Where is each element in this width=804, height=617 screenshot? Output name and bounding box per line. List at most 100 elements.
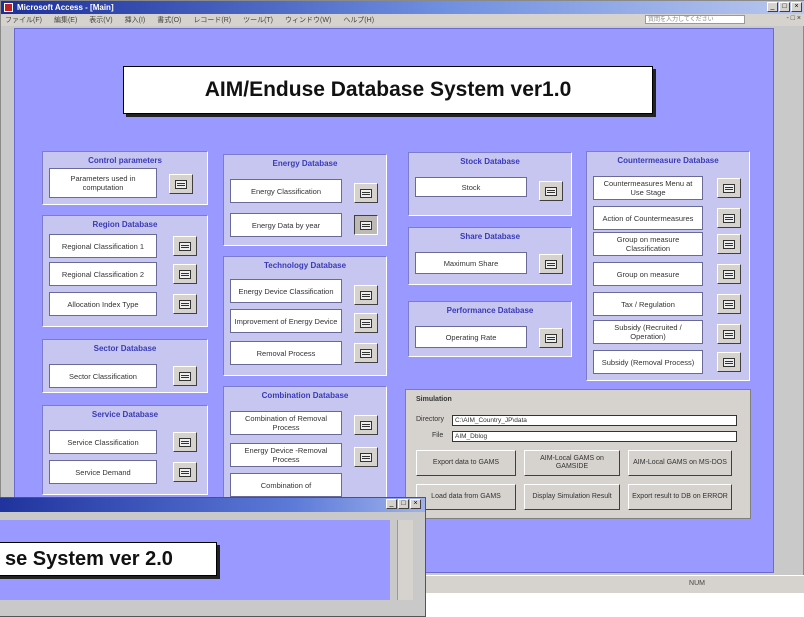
menu-format[interactable]: 書式(O) [157, 15, 181, 25]
group-on-measure-classification-field: Group on measure Classification [593, 232, 703, 256]
open-service-demand-button[interactable] [173, 462, 197, 482]
window-title: Microsoft Access - [Main] [17, 3, 114, 12]
operating-rate-field: Operating Rate [415, 326, 527, 348]
menu-records[interactable]: レコード(R) [193, 15, 231, 25]
form-icon [179, 269, 191, 279]
menu-file[interactable]: ファイル(F) [5, 15, 42, 25]
open-subsidy-operation-button[interactable] [717, 324, 741, 344]
energy-database-panel: Energy Database Energy Classification En… [223, 154, 387, 246]
overlay-close-button[interactable]: × [410, 499, 421, 509]
open-energy-data-by-year-button[interactable] [354, 215, 378, 235]
menu-view[interactable]: 表示(V) [89, 15, 112, 25]
overlay-window-controls: _ □ × [386, 499, 421, 509]
form-icon [175, 179, 187, 189]
menu-edit[interactable]: 編集(E) [54, 15, 77, 25]
open-tax-regulation-button[interactable] [717, 294, 741, 314]
regional-classification-1-field: Regional Classification 1 [49, 234, 157, 258]
panel-title: Performance Database [446, 306, 534, 315]
action-of-countermeasures-field: Action of Countermeasures [593, 206, 703, 230]
form-icon [179, 437, 191, 447]
combination-database-panel: Combination Database Combination of Remo… [223, 386, 387, 498]
combination-field: Combination of [230, 473, 342, 497]
file-input[interactable]: AIM_Dblog [452, 431, 737, 442]
maximize-button[interactable]: □ [779, 2, 790, 12]
simulation-title: Simulation [416, 396, 452, 403]
panel-title: Combination Database [261, 391, 349, 400]
page-title: AIM/Enduse Database System ver1.0 [123, 66, 653, 114]
export-result-button[interactable]: Export result to DB on ERROR [628, 484, 732, 510]
overlay-scrollbar[interactable] [397, 520, 413, 600]
menu-tools[interactable]: ツール(T) [243, 15, 273, 25]
form-icon [360, 452, 372, 462]
close-button[interactable]: × [791, 2, 802, 12]
panel-title: Share Database [459, 232, 521, 241]
directory-input[interactable]: C:\AIM_Country_JP\data [452, 415, 737, 426]
open-sector-classification-button[interactable] [173, 366, 197, 386]
num-lock-indicator: NUM [689, 580, 705, 587]
open-energy-device-classification-button[interactable] [354, 285, 378, 305]
form-icon [360, 220, 372, 230]
energy-device-improvement-field: Improvement of Energy Device [230, 309, 342, 333]
aim-local-gamside-button[interactable]: AIM-Local GAMS on GAMSIDE [524, 450, 620, 476]
form-icon [545, 333, 557, 343]
form-icon [360, 188, 372, 198]
form-icon [360, 348, 372, 358]
minimize-button[interactable]: _ [767, 2, 778, 12]
open-parameters-button[interactable] [169, 174, 193, 194]
open-maximum-share-button[interactable] [539, 254, 563, 274]
service-demand-field: Service Demand [49, 460, 157, 484]
open-group-on-measure-classification-button[interactable] [717, 234, 741, 254]
maximum-share-field: Maximum Share [415, 252, 527, 274]
open-removal-process-button[interactable] [354, 343, 378, 363]
open-operating-rate-button[interactable] [539, 328, 563, 348]
menu-window[interactable]: ウィンドウ(W) [285, 15, 331, 25]
open-action-of-countermeasures-button[interactable] [717, 208, 741, 228]
panel-title: Stock Database [460, 157, 520, 166]
mdi-controls[interactable]: - □ × [786, 15, 801, 22]
open-service-classification-button[interactable] [173, 432, 197, 452]
open-countermeasures-menu-button[interactable] [717, 178, 741, 198]
energy-classification-field: Energy Classification [230, 179, 342, 203]
help-question-input[interactable]: 質問を入力してください [645, 15, 745, 24]
open-combination-removal-process-button[interactable] [354, 415, 378, 435]
load-from-gams-button[interactable]: Load data from GAMS [416, 484, 516, 510]
form-icon [723, 329, 735, 339]
display-simulation-result-button[interactable]: Display Simulation Result [524, 484, 620, 510]
form-icon [723, 183, 735, 193]
subsidy-operation-field: Subsidy (Recruited / Operation) [593, 320, 703, 344]
overlay-page-title: se System ver 2.0 [0, 542, 217, 576]
open-regional-classification-1-button[interactable] [173, 236, 197, 256]
form-icon [545, 259, 557, 269]
form-icon [723, 299, 735, 309]
form-icon [360, 420, 372, 430]
menu-help[interactable]: ヘルプ(H) [343, 15, 374, 25]
overlay-window-v2[interactable]: _ □ × se System ver 2.0 [0, 497, 426, 617]
open-energy-classification-button[interactable] [354, 183, 378, 203]
overlay-minimize-button[interactable]: _ [386, 499, 397, 509]
main-form: AIM/Enduse Database System ver1.0 Contro… [14, 28, 774, 573]
aim-local-msdos-button[interactable]: AIM-Local GAMS on MS-DOS [628, 450, 732, 476]
panel-title: Energy Database [272, 159, 338, 168]
menu-insert[interactable]: 挿入(I) [125, 15, 146, 25]
overlay-title-bar[interactable]: _ □ × [0, 498, 425, 512]
directory-label: Directory [416, 416, 445, 423]
open-stock-button[interactable] [539, 181, 563, 201]
stock-database-panel: Stock Database Stock [408, 152, 572, 216]
open-allocation-index-button[interactable] [173, 294, 197, 314]
open-energy-device-improvement-button[interactable] [354, 313, 378, 333]
open-group-on-measure-button[interactable] [717, 264, 741, 284]
export-to-gams-button[interactable]: Export data to GAMS [416, 450, 516, 476]
energy-device-classification-field: Energy Device Classification [230, 279, 342, 303]
energy-device-removal-process-field: Energy Device -Removal Process [230, 443, 342, 467]
panel-title: Service Database [91, 410, 159, 419]
open-subsidy-removal-button[interactable] [717, 352, 741, 372]
tax-regulation-field: Tax / Regulation [593, 292, 703, 316]
title-bar[interactable]: Microsoft Access - [Main] _ □ × [1, 1, 804, 14]
access-app-icon [4, 3, 13, 12]
form-icon [360, 290, 372, 300]
open-energy-device-removal-process-button[interactable] [354, 447, 378, 467]
overlay-maximize-button[interactable]: □ [398, 499, 409, 509]
panel-title: Countermeasure Database [617, 156, 719, 165]
open-regional-classification-2-button[interactable] [173, 264, 197, 284]
region-database-panel: Region Database Regional Classification … [42, 215, 208, 327]
